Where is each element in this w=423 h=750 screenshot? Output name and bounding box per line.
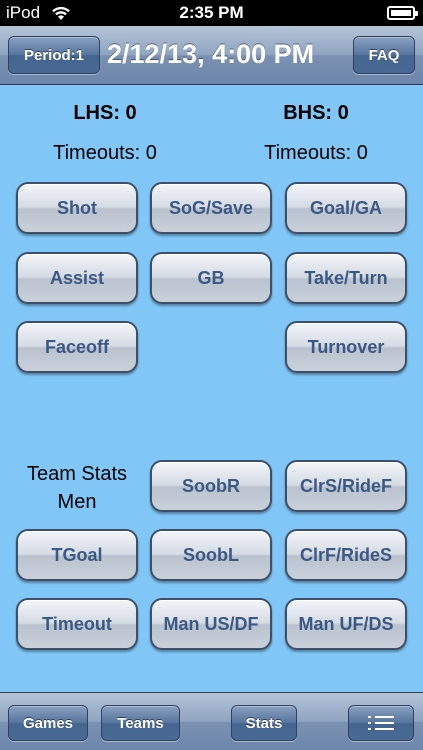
bhs-score: BHS: 0 [283,102,349,124]
page-title: 2/12/13, 4:00 PM [107,39,315,69]
soobl-button[interactable]: SoobL [150,529,272,581]
faceoff-button[interactable]: Faceoff [16,321,138,373]
navigation-bar: Period:1 2/12/13, 4:00 PM FAQ [0,26,423,85]
assist-button[interactable]: Assist [16,252,138,304]
timeout-button[interactable]: Timeout [16,598,138,650]
bottom-toolbar: Games Teams Stats [0,692,423,750]
games-button[interactable]: Games [8,705,88,741]
status-time: 2:35 PM [179,3,244,22]
stats-button[interactable]: Stats [231,705,297,741]
team-stats-label-line1: Team Stats [26,463,128,485]
tgoal-button[interactable]: TGoal [16,529,138,581]
menu-button[interactable] [348,705,414,741]
man-uf-ds-button[interactable]: Man UF/DS [285,598,407,650]
battery-icon [387,6,418,20]
shot-button[interactable]: Shot [16,182,138,234]
clrs-ridef-button[interactable]: ClrS/RideF [285,460,407,512]
bhs-timeouts: Timeouts: 0 [264,142,368,164]
faq-button[interactable]: FAQ [353,36,415,74]
take-turn-button[interactable]: Take/Turn [285,252,407,304]
sog-save-button[interactable]: SoG/Save [150,182,272,234]
soobr-button[interactable]: SoobR [150,460,272,512]
teams-button[interactable]: Teams [101,705,180,741]
team-stats-label: Team Stats Men [16,460,138,516]
goal-ga-button[interactable]: Goal/GA [285,182,407,234]
clrf-rides-button[interactable]: ClrF/RideS [285,529,407,581]
period-button[interactable]: Period:1 [8,36,100,74]
gb-button[interactable]: GB [150,252,272,304]
lhs-timeouts: Timeouts: 0 [53,142,157,164]
team-stats-label-line2: Men [57,491,97,513]
lhs-score: LHS: 0 [73,102,137,124]
status-bar: iPod 2:35 PM [0,0,423,26]
man-us-df-button[interactable]: Man US/DF [150,598,272,650]
list-icon [368,714,394,732]
turnover-button[interactable]: Turnover [285,321,407,373]
